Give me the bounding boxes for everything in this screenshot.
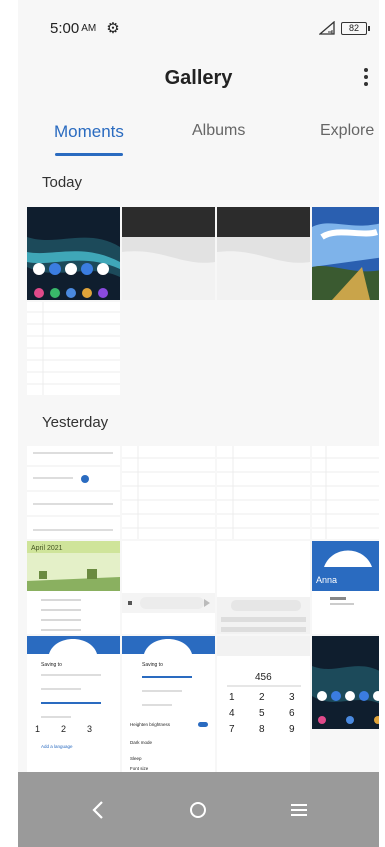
keypad-key: 5 (259, 708, 265, 719)
keypad-key: 4 (229, 708, 235, 719)
settings-line: Heighten brightness (130, 722, 171, 727)
svg-text:1: 1 (35, 724, 40, 734)
dialer-number: 456 (255, 672, 272, 683)
photo-thumbnail[interactable] (312, 446, 385, 539)
battery-level: 82 (348, 23, 359, 33)
photo-thumbnail[interactable]: Saving to 1 2 3 Add a language (27, 636, 120, 772)
tab-bar: Moments Albums Explore (18, 112, 385, 158)
status-time: 5:00 (50, 19, 80, 37)
status-bar: 5:00 AM ⚙ 82 (18, 0, 379, 56)
more-vert-icon[interactable] (359, 64, 373, 90)
right-edge (379, 0, 385, 847)
photo-thumbnail[interactable] (122, 541, 215, 634)
battery-icon: 82 (341, 21, 370, 35)
left-edge (0, 0, 18, 847)
tab-indicator (55, 153, 123, 156)
keypad-key: 8 (259, 724, 265, 735)
keypad-key: 1 (229, 692, 235, 703)
keypad-key: 6 (289, 708, 295, 719)
svg-text:3: 3 (87, 724, 92, 734)
gear-icon: ⚙ (106, 20, 120, 37)
keypad-key: 7 (229, 724, 235, 735)
navigation-bar (18, 772, 379, 847)
calendar-month: April 2021 (31, 545, 63, 552)
tab-moments[interactable]: Moments (54, 122, 124, 142)
recents-icon[interactable] (279, 790, 319, 830)
photo-thumbnail[interactable] (312, 636, 385, 729)
tab-explore[interactable]: Explore (320, 122, 374, 140)
status-ampm: AM (81, 22, 97, 34)
keypad-key: 9 (289, 724, 295, 735)
section-header-today: Today (42, 174, 83, 191)
section-header-yesterday: Yesterday (42, 414, 109, 431)
photo-thumbnail[interactable] (312, 207, 385, 300)
contact-name: Anna (316, 575, 337, 585)
photo-thumbnail[interactable] (27, 302, 120, 395)
photo-thumbnail[interactable] (27, 446, 120, 539)
photo-thumbnail[interactable] (217, 207, 310, 300)
tab-albums[interactable]: Albums (192, 122, 245, 140)
app-bar: Gallery (18, 56, 379, 100)
svg-text:2: 2 (61, 724, 66, 734)
settings-line: Sleep (130, 756, 142, 761)
page-title: Gallery (164, 66, 233, 89)
settings-line: Saving to (41, 662, 62, 668)
gallery-screen: 5:00 AM ⚙ 82 Gallery Moments Albums Expl… (0, 0, 385, 847)
photo-thumbnail[interactable]: April 2021 (27, 541, 120, 634)
photo-thumbnail[interactable] (217, 446, 310, 539)
photo-thumbnail[interactable] (122, 446, 215, 539)
photo-thumbnail[interactable]: 456 1 2 3 4 5 6 7 8 9 (217, 636, 310, 772)
home-icon[interactable] (178, 790, 218, 830)
photo-thumbnail[interactable] (122, 207, 215, 300)
photo-thumbnail[interactable]: Saving to Heighten brightness Dark mode … (122, 636, 215, 772)
photo-thumbnail[interactable] (27, 207, 120, 300)
signal-icon (319, 21, 335, 35)
keypad-key: 3 (289, 692, 295, 703)
settings-line: Dark mode (130, 740, 153, 745)
keypad-key: 2 (259, 692, 265, 703)
settings-line: Saving to (142, 662, 163, 668)
settings-line: Font size (130, 766, 149, 771)
photo-thumbnail[interactable]: Anna (312, 541, 385, 634)
back-icon[interactable] (78, 790, 118, 830)
settings-line: Add a language (41, 744, 73, 749)
photo-thumbnail[interactable] (217, 541, 310, 634)
